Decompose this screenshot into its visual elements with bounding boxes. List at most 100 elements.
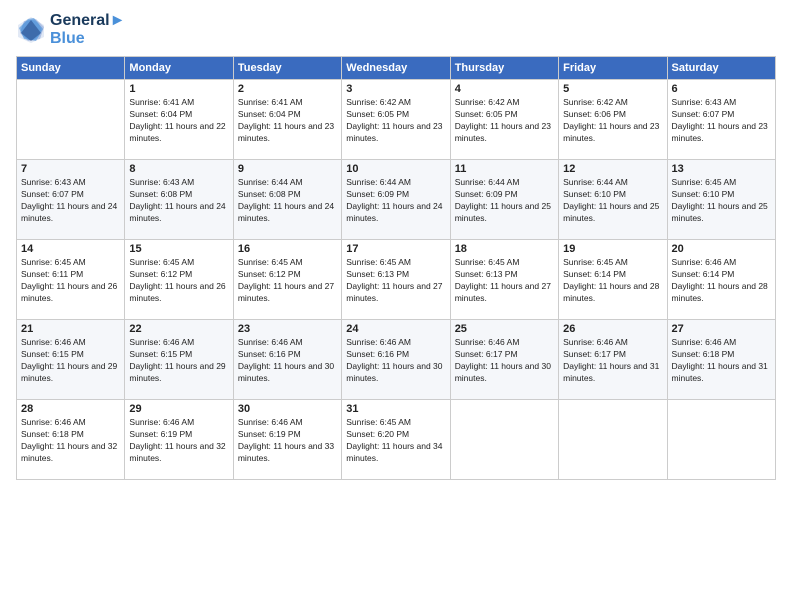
calendar-cell: 20 Sunrise: 6:46 AMSunset: 6:14 PMDayligh… <box>667 240 775 320</box>
cell-info: Sunrise: 6:46 AMSunset: 6:15 PMDaylight:… <box>21 337 120 385</box>
day-number: 11 <box>455 163 554 175</box>
day-number: 21 <box>21 323 120 335</box>
calendar-cell: 2 Sunrise: 6:41 AMSunset: 6:04 PMDaylight… <box>233 80 341 160</box>
day-number: 5 <box>563 83 662 95</box>
logo-blue: Blue <box>50 30 125 48</box>
day-number: 30 <box>238 403 337 415</box>
weekday-header-friday: Friday <box>559 57 667 80</box>
week-row-1: 1 Sunrise: 6:41 AMSunset: 6:04 PMDaylight… <box>17 80 776 160</box>
cell-info: Sunrise: 6:45 AMSunset: 6:11 PMDaylight:… <box>21 257 120 305</box>
week-row-2: 7Sunrise: 6:43 AMSunset: 6:07 PMDaylight… <box>17 160 776 240</box>
calendar-cell: 15Sunrise: 6:45 AMSunset: 6:12 PMDayligh… <box>125 240 233 320</box>
calendar-cell: 28 Sunrise: 6:46 AMSunset: 6:18 PMDayligh… <box>17 400 125 480</box>
calendar-cell: 26Sunrise: 6:46 AMSunset: 6:17 PMDayligh… <box>559 320 667 400</box>
day-number: 19 <box>563 243 662 255</box>
day-number: 10 <box>346 163 445 175</box>
calendar-cell: 4Sunrise: 6:42 AMSunset: 6:05 PMDaylight… <box>450 80 558 160</box>
cell-info: Sunrise: 6:42 AMSunset: 6:05 PMDaylight:… <box>455 97 554 145</box>
cell-info: Sunrise: 6:42 AMSunset: 6:06 PMDaylight:… <box>563 97 662 145</box>
cell-info: Sunrise: 6:43 AMSunset: 6:07 PMDaylight:… <box>21 177 120 225</box>
cell-info: Sunrise: 6:44 AMSunset: 6:08 PMDaylight:… <box>238 177 337 225</box>
cell-info: Sunrise: 6:45 AMSunset: 6:13 PMDaylight:… <box>346 257 445 305</box>
calendar-cell <box>17 80 125 160</box>
calendar-cell: 18 Sunrise: 6:45 AMSunset: 6:13 PMDayligh… <box>450 240 558 320</box>
cell-info: Sunrise: 6:42 AMSunset: 6:05 PMDaylight:… <box>346 97 445 145</box>
day-number: 26 <box>563 323 662 335</box>
weekday-header-saturday: Saturday <box>667 57 775 80</box>
cell-info: Sunrise: 6:41 AMSunset: 6:04 PMDaylight:… <box>238 97 337 145</box>
cell-info: Sunrise: 6:45 AMSunset: 6:14 PMDaylight:… <box>563 257 662 305</box>
day-number: 27 <box>672 323 771 335</box>
calendar-cell: 6 Sunrise: 6:43 AMSunset: 6:07 PMDaylight… <box>667 80 775 160</box>
week-row-5: 28 Sunrise: 6:46 AMSunset: 6:18 PMDayligh… <box>17 400 776 480</box>
calendar-cell <box>559 400 667 480</box>
logo-text: General► Blue <box>50 12 125 48</box>
weekday-header-monday: Monday <box>125 57 233 80</box>
cell-info: Sunrise: 6:46 AMSunset: 6:19 PMDaylight:… <box>238 417 337 465</box>
day-number: 15 <box>129 243 228 255</box>
calendar-cell: 7Sunrise: 6:43 AMSunset: 6:07 PMDaylight… <box>17 160 125 240</box>
cell-info: Sunrise: 6:46 AMSunset: 6:18 PMDaylight:… <box>21 417 120 465</box>
cell-info: Sunrise: 6:45 AMSunset: 6:13 PMDaylight:… <box>455 257 554 305</box>
calendar-cell: 12 Sunrise: 6:44 AMSunset: 6:10 PMDayligh… <box>559 160 667 240</box>
cell-info: Sunrise: 6:45 AMSunset: 6:10 PMDaylight:… <box>672 177 771 225</box>
header: General► Blue <box>16 12 776 48</box>
calendar-cell: 9Sunrise: 6:44 AMSunset: 6:08 PMDaylight… <box>233 160 341 240</box>
calendar-cell: 8Sunrise: 6:43 AMSunset: 6:08 PMDaylight… <box>125 160 233 240</box>
calendar-cell: 14 Sunrise: 6:45 AMSunset: 6:11 PMDayligh… <box>17 240 125 320</box>
calendar-cell: 31 Sunrise: 6:45 AMSunset: 6:20 PMDayligh… <box>342 400 450 480</box>
cell-info: Sunrise: 6:43 AMSunset: 6:07 PMDaylight:… <box>672 97 771 145</box>
week-row-4: 21 Sunrise: 6:46 AMSunset: 6:15 PMDayligh… <box>17 320 776 400</box>
calendar-cell: 23Sunrise: 6:46 AMSunset: 6:16 PMDayligh… <box>233 320 341 400</box>
logo-general: General► <box>50 12 125 30</box>
day-number: 13 <box>672 163 771 175</box>
calendar-cell: 10 Sunrise: 6:44 AMSunset: 6:09 PMDayligh… <box>342 160 450 240</box>
day-number: 6 <box>672 83 771 95</box>
day-number: 29 <box>129 403 228 415</box>
calendar-cell: 21 Sunrise: 6:46 AMSunset: 6:15 PMDayligh… <box>17 320 125 400</box>
day-number: 24 <box>346 323 445 335</box>
day-number: 28 <box>21 403 120 415</box>
calendar-cell: 22Sunrise: 6:46 AMSunset: 6:15 PMDayligh… <box>125 320 233 400</box>
cell-info: Sunrise: 6:44 AMSunset: 6:10 PMDaylight:… <box>563 177 662 225</box>
weekday-header-wednesday: Wednesday <box>342 57 450 80</box>
weekday-header-thursday: Thursday <box>450 57 558 80</box>
day-number: 31 <box>346 403 445 415</box>
cell-info: Sunrise: 6:46 AMSunset: 6:14 PMDaylight:… <box>672 257 771 305</box>
calendar-cell: 17 Sunrise: 6:45 AMSunset: 6:13 PMDayligh… <box>342 240 450 320</box>
weekday-header-sunday: Sunday <box>17 57 125 80</box>
day-number: 17 <box>346 243 445 255</box>
calendar-cell: 25Sunrise: 6:46 AMSunset: 6:17 PMDayligh… <box>450 320 558 400</box>
calendar-cell: 27 Sunrise: 6:46 AMSunset: 6:18 PMDayligh… <box>667 320 775 400</box>
day-number: 2 <box>238 83 337 95</box>
calendar-cell: 24 Sunrise: 6:46 AMSunset: 6:16 PMDayligh… <box>342 320 450 400</box>
day-number: 18 <box>455 243 554 255</box>
calendar-table: SundayMondayTuesdayWednesdayThursdayFrid… <box>16 56 776 480</box>
cell-info: Sunrise: 6:46 AMSunset: 6:17 PMDaylight:… <box>455 337 554 385</box>
calendar-cell: 11Sunrise: 6:44 AMSunset: 6:09 PMDayligh… <box>450 160 558 240</box>
calendar-cell <box>450 400 558 480</box>
cell-info: Sunrise: 6:46 AMSunset: 6:16 PMDaylight:… <box>346 337 445 385</box>
calendar-cell: 29Sunrise: 6:46 AMSunset: 6:19 PMDayligh… <box>125 400 233 480</box>
calendar-cell <box>667 400 775 480</box>
calendar-cell: 19 Sunrise: 6:45 AMSunset: 6:14 PMDayligh… <box>559 240 667 320</box>
day-number: 3 <box>346 83 445 95</box>
day-number: 16 <box>238 243 337 255</box>
cell-info: Sunrise: 6:46 AMSunset: 6:18 PMDaylight:… <box>672 337 771 385</box>
logo-icon <box>16 15 46 45</box>
header-row: SundayMondayTuesdayWednesdayThursdayFrid… <box>17 57 776 80</box>
day-number: 12 <box>563 163 662 175</box>
cell-info: Sunrise: 6:45 AMSunset: 6:12 PMDaylight:… <box>238 257 337 305</box>
weekday-header-tuesday: Tuesday <box>233 57 341 80</box>
day-number: 20 <box>672 243 771 255</box>
cell-info: Sunrise: 6:46 AMSunset: 6:16 PMDaylight:… <box>238 337 337 385</box>
cell-info: Sunrise: 6:43 AMSunset: 6:08 PMDaylight:… <box>129 177 228 225</box>
calendar-cell: 5 Sunrise: 6:42 AMSunset: 6:06 PMDaylight… <box>559 80 667 160</box>
cell-info: Sunrise: 6:44 AMSunset: 6:09 PMDaylight:… <box>346 177 445 225</box>
day-number: 22 <box>129 323 228 335</box>
cell-info: Sunrise: 6:41 AMSunset: 6:04 PMDaylight:… <box>129 97 228 145</box>
day-number: 14 <box>21 243 120 255</box>
cell-info: Sunrise: 6:45 AMSunset: 6:20 PMDaylight:… <box>346 417 445 465</box>
day-number: 1 <box>129 83 228 95</box>
calendar-cell: 13 Sunrise: 6:45 AMSunset: 6:10 PMDayligh… <box>667 160 775 240</box>
